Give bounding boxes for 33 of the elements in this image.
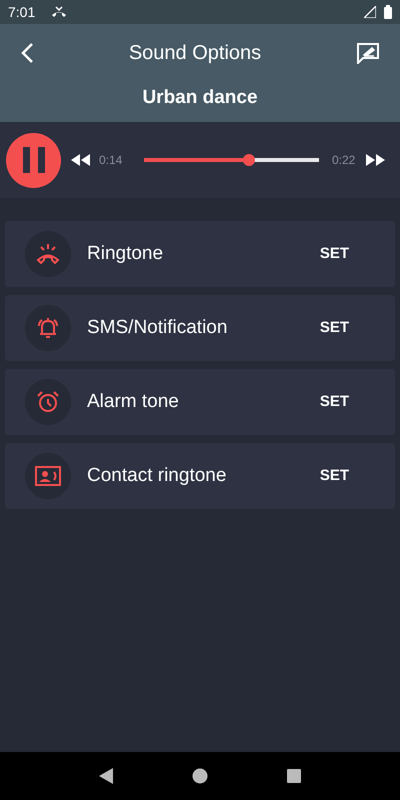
option-card[interactable]: Ringtone SET <box>5 221 395 287</box>
signal-icon <box>364 6 376 18</box>
status-time: 7:01 <box>8 2 36 22</box>
bell-ringing-icon <box>36 316 60 340</box>
option-label: Alarm tone <box>87 390 180 414</box>
edit-message-icon[interactable] <box>356 42 380 64</box>
option-label: SMS/Notification <box>87 316 228 340</box>
contact-card-icon <box>35 465 61 487</box>
set-button[interactable]: SET <box>320 464 349 488</box>
nav-home-icon[interactable] <box>192 768 208 784</box>
screen-title: Sound Options <box>128 42 262 64</box>
seek-thumb[interactable] <box>243 154 255 166</box>
nav-back-icon[interactable] <box>99 768 114 784</box>
option-card[interactable]: Contact ringtone SET <box>5 443 395 509</box>
nav-recents-icon[interactable] <box>286 769 301 783</box>
rewind-icon[interactable] <box>71 154 91 166</box>
phone-ringing-icon <box>36 243 60 265</box>
back-icon[interactable] <box>20 42 34 64</box>
battery-icon <box>384 5 392 19</box>
alarm-clock-icon <box>36 390 60 414</box>
fast-forward-icon[interactable] <box>365 154 386 166</box>
duration-time: 0:22 <box>332 152 356 169</box>
song-title: Urban dance <box>142 86 258 110</box>
option-label: Contact ringtone <box>87 464 228 488</box>
option-card[interactable]: SMS/Notification SET <box>5 295 395 361</box>
call-end-icon <box>51 6 68 18</box>
pause-icon <box>22 147 44 173</box>
option-card[interactable]: Alarm tone SET <box>5 369 395 435</box>
set-button[interactable]: SET <box>320 316 349 340</box>
elapsed-time: 0:14 <box>99 152 124 169</box>
option-label: Ringtone <box>87 242 164 266</box>
set-button[interactable]: SET <box>320 242 349 266</box>
set-button[interactable]: SET <box>320 390 349 414</box>
